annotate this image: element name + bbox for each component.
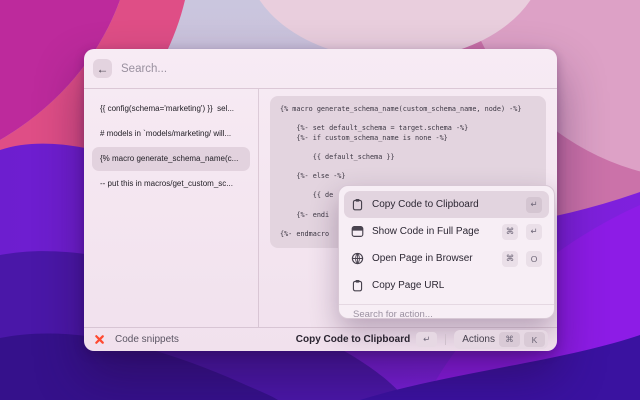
action-label: Show Code in Full Page: [372, 226, 480, 237]
list-item[interactable]: # models in `models/marketing/ will...: [92, 122, 250, 146]
search-input[interactable]: Search...: [121, 63, 167, 75]
clipboard-icon: [351, 279, 364, 292]
key-badge-command: ⌘: [502, 223, 518, 240]
action-label: Copy Page URL: [372, 280, 445, 291]
actions-popup-list: Copy Code to Clipboard ↵ Show Code in Fu…: [339, 186, 554, 304]
key-badge-o: O: [526, 250, 542, 267]
action-label: Open Page in Browser: [372, 253, 473, 264]
app-window: ← Search... {{ config(schema='marketing'…: [84, 49, 557, 351]
key-badge-return: ↵: [416, 332, 438, 347]
action-search-input[interactable]: Search for action...: [339, 304, 554, 318]
dbt-logo-icon: [95, 335, 104, 344]
actions-button-label: Actions: [462, 334, 495, 345]
divider: [445, 334, 447, 345]
back-button[interactable]: ←: [93, 59, 112, 78]
status-bar-actions: Copy Code to Clipboard ↵ Actions ⌘ K: [296, 330, 548, 349]
primary-action-button[interactable]: Copy Code to Clipboard: [296, 334, 410, 345]
code-line: {%- else -%}: [280, 172, 346, 181]
code-line: {{ default_schema }}: [280, 152, 395, 161]
key-badge-return: ↵: [526, 196, 542, 213]
back-arrow-icon: ←: [96, 61, 109, 76]
key-badge-return: ↵: [526, 223, 542, 240]
actions-popup: Copy Code to Clipboard ↵ Show Code in Fu…: [338, 185, 555, 319]
status-bar: Code snippets Copy Code to Clipboard ↵ A…: [84, 327, 557, 351]
key-badge-command: ⌘: [502, 250, 518, 267]
list-item[interactable]: -- put this in macros/get_custom_sc...: [92, 172, 250, 196]
app-window-icon: [351, 225, 364, 238]
extension-name: Code snippets: [115, 334, 179, 345]
search-header: ← Search...: [84, 49, 557, 89]
desktop: ← Search... {{ config(schema='marketing'…: [0, 0, 640, 400]
list-item-selected[interactable]: {% macro generate_schema_name(c...: [92, 147, 250, 171]
snippet-list: {{ config(schema='marketing') }} sel... …: [84, 89, 259, 327]
action-label: Copy Code to Clipboard: [372, 199, 479, 210]
action-open-page-browser[interactable]: Open Page in Browser ⌘ O: [344, 245, 549, 272]
actions-button[interactable]: Actions ⌘ K: [454, 330, 548, 349]
code-line: {%- set default_schema = target.schema -…: [280, 124, 469, 133]
action-show-code-full-page[interactable]: Show Code in Full Page ⌘ ↵: [344, 218, 549, 245]
key-badge-k: K: [524, 332, 545, 347]
list-item[interactable]: {{ config(schema='marketing') }} sel...: [92, 97, 250, 121]
key-badge-command: ⌘: [499, 332, 520, 347]
clipboard-icon: [351, 198, 364, 211]
globe-icon: [351, 252, 364, 265]
code-line: {% macro generate_schema_name(custom_sch…: [280, 105, 522, 113]
action-copy-page-url[interactable]: Copy Page URL: [344, 272, 549, 299]
action-copy-code[interactable]: Copy Code to Clipboard ↵: [344, 191, 549, 218]
code-line: {%- if custom_schema_name is none -%}: [280, 133, 448, 142]
